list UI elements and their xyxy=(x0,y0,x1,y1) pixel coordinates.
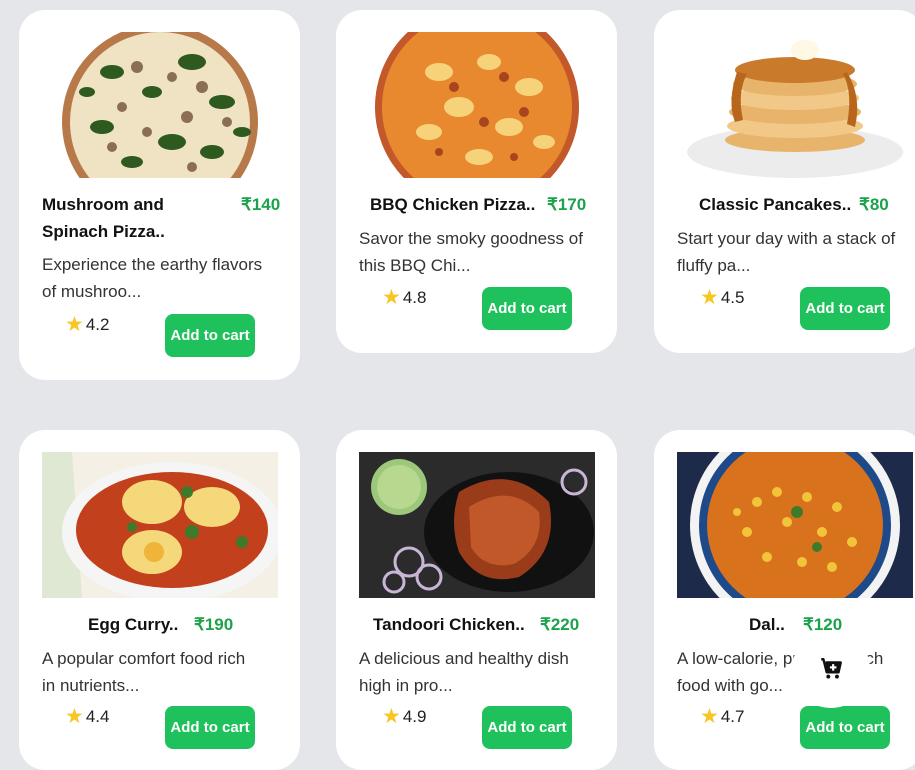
add-to-cart-button[interactable]: Add to cart xyxy=(165,706,255,749)
add-to-cart-button[interactable]: Add to cart xyxy=(482,287,572,330)
product-card: Dal.. ₹120 A low-calorie, pr rich food wi… xyxy=(654,430,915,770)
floating-cart-button[interactable] xyxy=(792,630,870,708)
star-icon: ★ xyxy=(700,286,719,309)
product-price: ₹80 xyxy=(859,195,889,214)
product-image[interactable] xyxy=(677,32,913,178)
product-price: ₹140 xyxy=(241,195,281,214)
product-price: ₹170 xyxy=(547,195,587,214)
product-image[interactable] xyxy=(677,452,913,598)
cart-plus-icon xyxy=(821,658,842,679)
product-name: Dal.. xyxy=(749,615,785,634)
star-icon: ★ xyxy=(65,313,84,336)
add-to-cart-button[interactable]: Add to cart xyxy=(482,706,572,749)
product-name: Classic Pancakes.. xyxy=(699,195,852,214)
product-name: Mushroom and Spinach Pizza.. xyxy=(42,195,165,241)
product-rating: ★ 4.9 xyxy=(382,705,427,728)
product-card: Egg Curry.. ₹190 A popular comfort food … xyxy=(19,430,300,770)
star-icon: ★ xyxy=(700,705,719,728)
product-name: BBQ Chicken Pizza.. xyxy=(370,195,536,214)
add-to-cart-button[interactable]: Add to cart xyxy=(800,287,890,330)
product-rating: ★ 4.8 xyxy=(382,286,427,309)
product-card: Mushroom and Spinach Pizza.. ₹140 Experie… xyxy=(19,10,300,380)
product-price: ₹220 xyxy=(540,615,580,634)
star-icon: ★ xyxy=(382,286,401,309)
product-image[interactable] xyxy=(359,452,595,598)
product-description: Experience the earthy flavors of mushroo.… xyxy=(42,255,263,301)
product-card: Tandoori Chicken.. ₹220 A delicious and … xyxy=(336,430,617,770)
product-rating: ★ 4.5 xyxy=(700,286,745,309)
product-image[interactable] xyxy=(42,452,278,598)
product-rating: ★ 4.7 xyxy=(700,705,745,728)
product-rating: ★ 4.2 xyxy=(65,313,110,336)
product-name: Tandoori Chicken.. xyxy=(373,615,525,634)
add-to-cart-button[interactable]: Add to cart xyxy=(165,314,255,357)
product-card: Classic Pancakes.. ₹80 Start your day wi… xyxy=(654,10,915,353)
product-name: Egg Curry.. xyxy=(88,615,179,634)
star-icon: ★ xyxy=(382,705,401,728)
product-price: ₹190 xyxy=(194,615,234,634)
product-rating: ★ 4.4 xyxy=(65,705,110,728)
product-image[interactable] xyxy=(359,32,595,178)
product-image[interactable] xyxy=(42,32,278,178)
product-card: BBQ Chicken Pizza.. ₹170 Savor the smoky… xyxy=(336,10,617,353)
add-to-cart-button[interactable]: Add to cart xyxy=(800,706,890,749)
star-icon: ★ xyxy=(65,705,84,728)
